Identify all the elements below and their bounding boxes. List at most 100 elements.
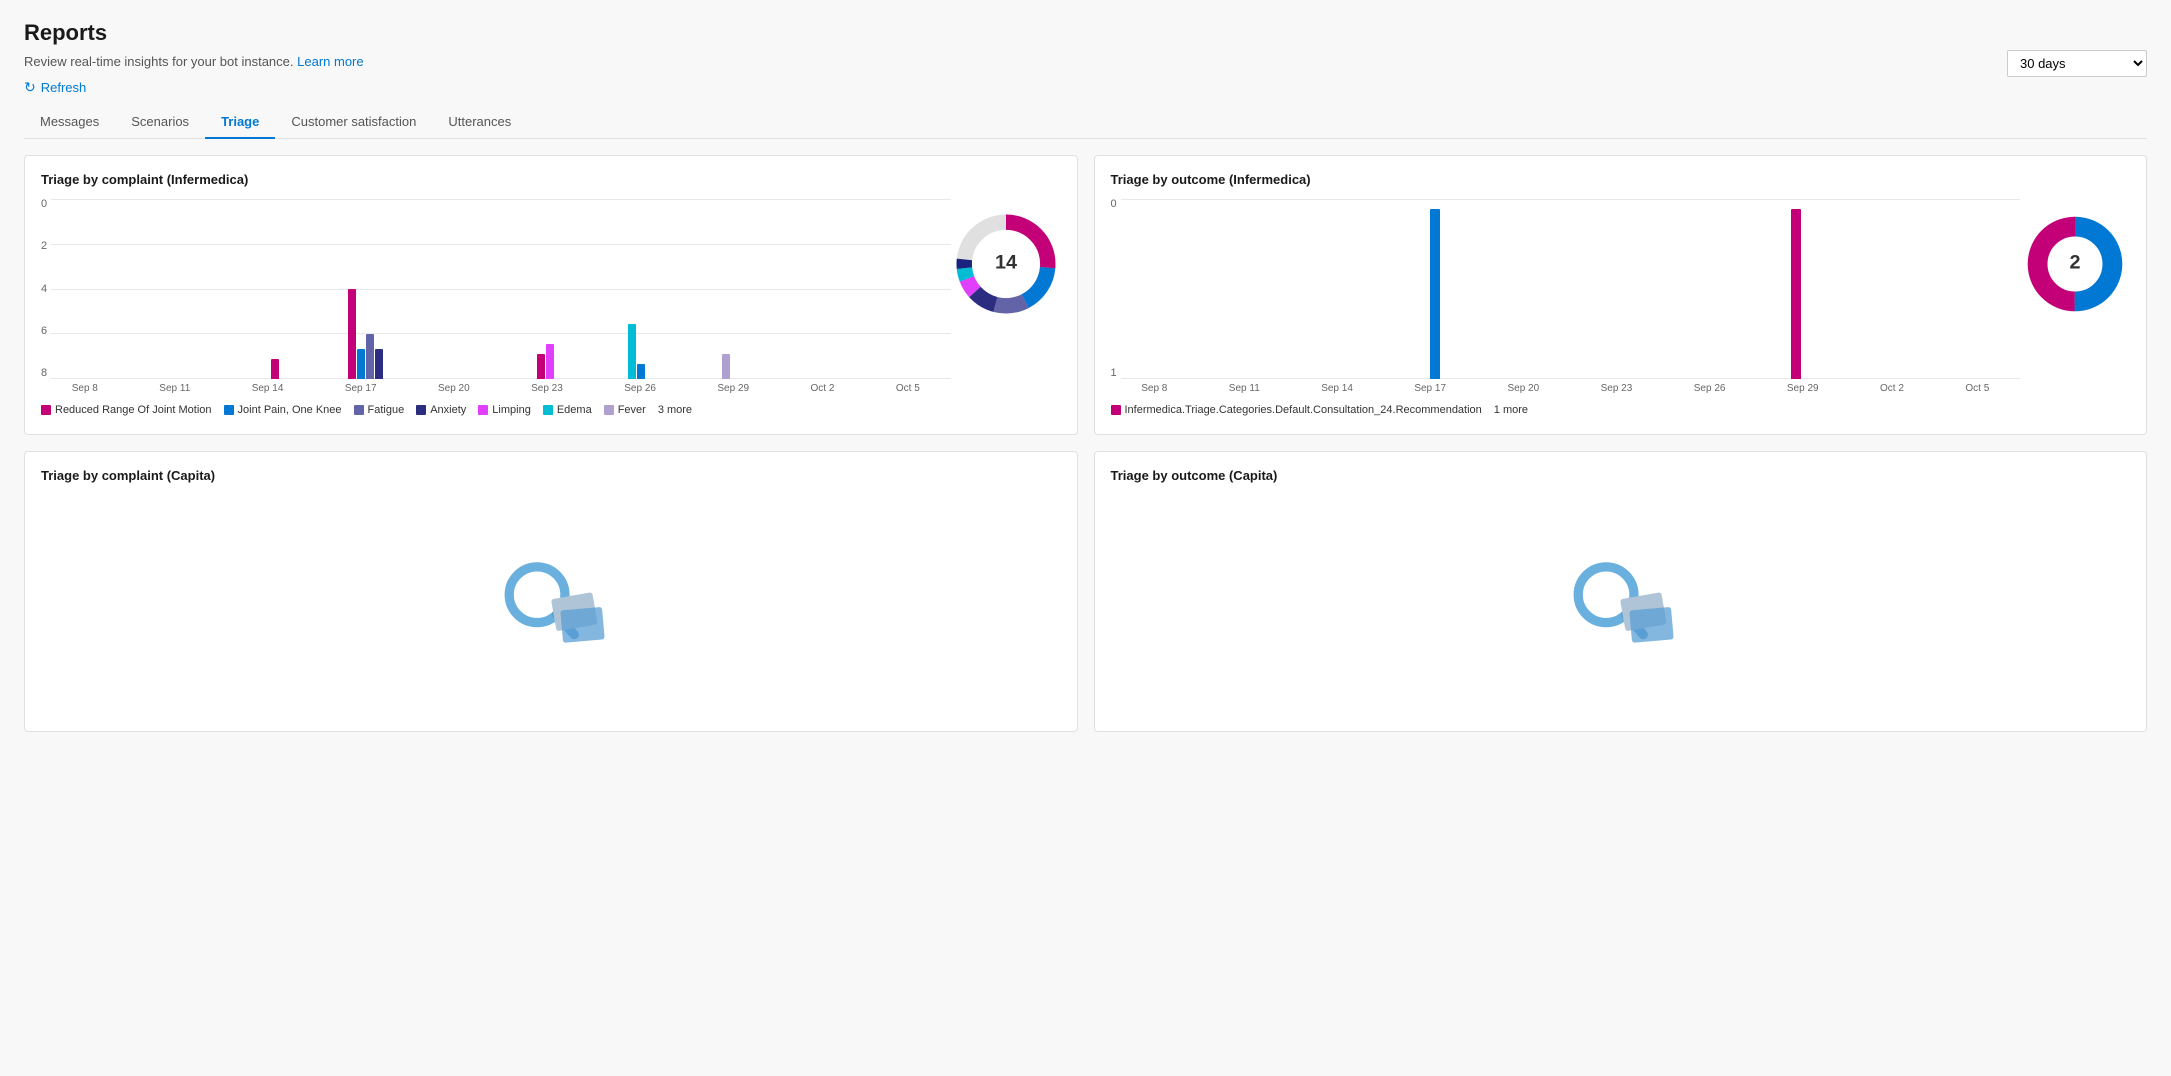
bar-group-outcome-sep14 <box>1301 199 1389 379</box>
y-axis-outcome: 1 0 <box>1111 199 1117 379</box>
legend-item-edema: Edema <box>543 404 592 416</box>
legend-label-more-outcome: 1 more <box>1494 404 1528 416</box>
y-axis-complaint: 8 6 4 2 0 <box>41 199 47 379</box>
donut-outcome: 2 <box>2020 199 2130 319</box>
legend-label-fever: Fever <box>618 404 646 416</box>
bar-sep23-1 <box>537 354 545 379</box>
bar-group-outcome-sep20 <box>1481 199 1569 379</box>
donut-total-outcome: 2 <box>2069 251 2080 273</box>
bar-group-outcome-oct5 <box>1932 199 2020 379</box>
bar-sep17-3 <box>366 334 374 379</box>
no-data-icon-outcome <box>1555 539 1685 672</box>
donut-chart-outcome: 2 <box>2020 209 2130 319</box>
bar-sep26-2 <box>637 364 645 379</box>
legend-dot-reduced-range <box>41 405 51 415</box>
tab-scenarios[interactable]: Scenarios <box>115 106 205 139</box>
bar-sep29-1 <box>722 354 730 379</box>
time-filter-select[interactable]: 30 days 7 days 14 days 60 days 90 days <box>2007 50 2147 77</box>
legend-item-more-complaint[interactable]: 3 more <box>658 404 692 416</box>
chart-title-complaint-infermedica: Triage by complaint (Infermedica) <box>41 172 1061 187</box>
legend-dot-fatigue <box>354 405 364 415</box>
bar-group-outcome-sep11 <box>1211 199 1299 379</box>
bar-sep23-2 <box>546 344 554 379</box>
legend-dot-edema <box>543 405 553 415</box>
legend-label-more-complaint: 3 more <box>658 404 692 416</box>
legend-item-anxiety: Anxiety <box>416 404 466 416</box>
legend-label-edema: Edema <box>557 404 592 416</box>
bar-group-sep14 <box>231 199 319 379</box>
bar-outcome-sep17 <box>1430 209 1440 379</box>
legend-item-consultation: Infermedica.Triage.Categories.Default.Co… <box>1111 404 1482 416</box>
donut-chart-complaint: 14 <box>951 209 1061 319</box>
refresh-label: Refresh <box>41 80 87 95</box>
legend-item-fatigue: Fatigue <box>354 404 405 416</box>
legend-dot-anxiety <box>416 405 426 415</box>
donut-total-complaint: 14 <box>994 251 1016 273</box>
tab-utterances[interactable]: Utterances <box>432 106 527 139</box>
bar-chart-outcome <box>1121 199 2020 379</box>
legend-dot-limping <box>478 405 488 415</box>
bar-group-sep11 <box>141 199 229 379</box>
tab-triage[interactable]: Triage <box>205 106 275 139</box>
legend-label-joint-pain: Joint Pain, One Knee <box>238 404 342 416</box>
x-axis-complaint: Sep 8 Sep 11 Sep 14 Sep 17 Sep 20 Sep 23… <box>41 383 951 394</box>
tab-customer-satisfaction[interactable]: Customer satisfaction <box>275 106 432 139</box>
triage-outcome-capita-card: Triage by outcome (Capita) <box>1094 451 2148 732</box>
empty-state-outcome-capita <box>1111 495 2131 715</box>
legend-item-more-outcome[interactable]: 1 more <box>1494 404 1528 416</box>
tab-messages[interactable]: Messages <box>24 106 115 139</box>
bar-group-sep23 <box>502 199 590 379</box>
bar-group-sep8 <box>51 199 139 379</box>
bar-sep17-4 <box>375 349 383 379</box>
bar-sep14-1 <box>271 359 279 379</box>
legend-outcome: Infermedica.Triage.Categories.Default.Co… <box>1111 404 2021 416</box>
bar-group-sep29 <box>682 199 770 379</box>
legend-dot-fever <box>604 405 614 415</box>
triage-complaint-capita-card: Triage by complaint (Capita) <box>24 451 1078 732</box>
bar-sep17-1 <box>348 289 356 379</box>
legend-item-limping: Limping <box>478 404 531 416</box>
no-data-icon-complaint <box>486 539 616 672</box>
bar-group-sep26 <box>592 199 680 379</box>
legend-label-fatigue: Fatigue <box>368 404 405 416</box>
legend-label-limping: Limping <box>492 404 531 416</box>
bar-group-oct5 <box>862 199 950 379</box>
x-axis-outcome: Sep 8 Sep 11 Sep 14 Sep 17 Sep 20 Sep 23… <box>1111 383 2021 394</box>
bar-chart-complaint <box>51 199 950 379</box>
charts-grid: Triage by complaint (Infermedica) 8 6 4 … <box>24 155 2147 732</box>
legend-item-fever: Fever <box>604 404 646 416</box>
refresh-button[interactable]: ↻ Refresh <box>24 79 86 96</box>
triage-outcome-infermedica-card: Triage by outcome (Infermedica) 1 0 <box>1094 155 2148 435</box>
bar-group-outcome-sep17 <box>1391 199 1479 379</box>
triage-complaint-infermedica-card: Triage by complaint (Infermedica) 8 6 4 … <box>24 155 1078 435</box>
bar-outcome-sep29 <box>1791 209 1801 379</box>
legend-label-consultation: Infermedica.Triage.Categories.Default.Co… <box>1125 404 1482 416</box>
bar-sep17-2 <box>357 349 365 379</box>
bar-group-outcome-sep26 <box>1661 199 1749 379</box>
tab-bar: Messages Scenarios Triage Customer satis… <box>24 106 2147 139</box>
donut-complaint: 14 <box>951 199 1061 319</box>
chart-title-outcome-capita: Triage by outcome (Capita) <box>1111 468 2131 483</box>
bar-group-outcome-sep29 <box>1752 199 1840 379</box>
page-subtitle: Review real-time insights for your bot i… <box>24 54 364 69</box>
legend-dot-consultation <box>1111 405 1121 415</box>
bar-group-outcome-oct2 <box>1842 199 1930 379</box>
legend-item-joint-pain: Joint Pain, One Knee <box>224 404 342 416</box>
bar-group-outcome-sep8 <box>1121 199 1209 379</box>
empty-state-complaint-capita <box>41 495 1061 715</box>
legend-label-reduced-range: Reduced Range Of Joint Motion <box>55 404 212 416</box>
page-title: Reports <box>24 20 364 46</box>
bar-group-oct2 <box>772 199 860 379</box>
chart-title-outcome-infermedica: Triage by outcome (Infermedica) <box>1111 172 2131 187</box>
learn-more-link[interactable]: Learn more <box>297 54 363 69</box>
legend-item-reduced-range: Reduced Range Of Joint Motion <box>41 404 212 416</box>
bar-group-outcome-sep23 <box>1571 199 1659 379</box>
legend-complaint: Reduced Range Of Joint Motion Joint Pain… <box>41 404 951 416</box>
chart-title-complaint-capita: Triage by complaint (Capita) <box>41 468 1061 483</box>
legend-dot-joint-pain <box>224 405 234 415</box>
bar-group-sep17 <box>322 199 410 379</box>
refresh-icon: ↻ <box>24 79 36 96</box>
bar-group-sep20 <box>412 199 500 379</box>
bar-sep26-1 <box>628 324 636 379</box>
legend-label-anxiety: Anxiety <box>430 404 466 416</box>
